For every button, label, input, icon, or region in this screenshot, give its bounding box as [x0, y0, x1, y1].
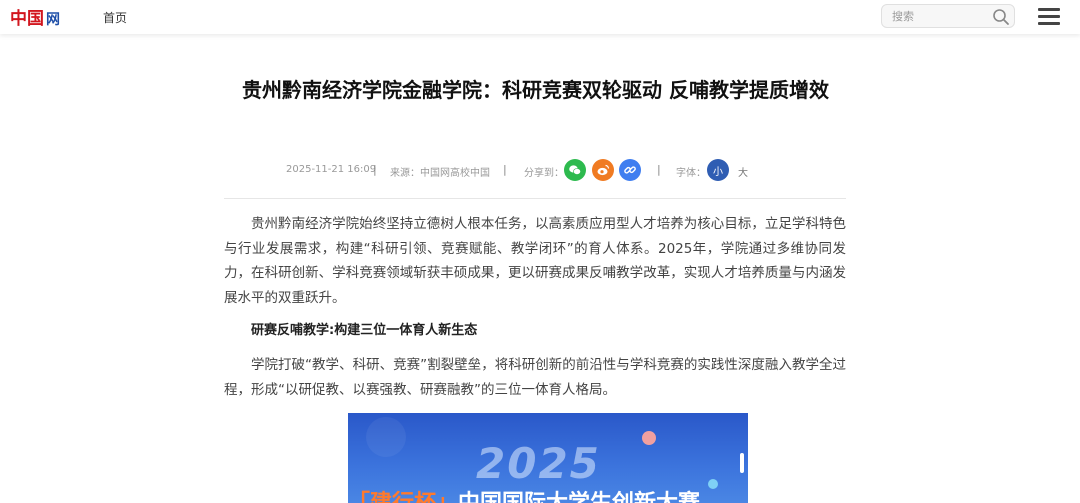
share-label: 分享到：: [524, 168, 564, 179]
image-banner-tag: 「建行杯」: [348, 491, 458, 503]
section-heading: 研赛反哺教学:构建三位一体育人新生态: [251, 323, 478, 338]
search-input[interactable]: [892, 8, 987, 24]
wechat-icon: [569, 165, 581, 175]
image-banner-title: 中国国际大学生创新大赛: [458, 491, 700, 503]
article-image: 2025 「建行杯」中国国际大学生创新大赛: [348, 413, 748, 503]
decorative-circle: [366, 417, 406, 457]
hamburger-menu-icon[interactable]: [1038, 8, 1060, 25]
font-size-large-button[interactable]: 大: [738, 164, 748, 179]
meta-separator: |: [373, 163, 377, 176]
font-size-label: 字体：: [676, 168, 706, 179]
meta-divider: [224, 198, 846, 199]
nav-home-link[interactable]: 首页: [103, 9, 127, 26]
copy-link-button[interactable]: [619, 159, 641, 181]
article-paragraph: 学院打破“教学、科研、竞赛”割裂壁垒，将科研创新的前沿性与学科竞赛的实践性深度融…: [224, 357, 846, 398]
meta-separator: |: [657, 163, 661, 176]
image-banner-text: 「建行杯」中国国际大学生创新大赛: [348, 485, 748, 503]
image-year-text: 2025: [476, 439, 601, 488]
top-navigation-bar: 中国 网 首页: [0, 0, 1080, 34]
decorative-circle: [642, 431, 656, 445]
publish-date: 2025-11-21 16:09: [286, 164, 377, 175]
link-icon: [624, 166, 636, 174]
weibo-share-button[interactable]: [592, 159, 614, 181]
china-net-logo-icon: 中国 网: [10, 8, 60, 29]
svg-text:网: 网: [46, 12, 60, 28]
weibo-icon: [597, 164, 610, 176]
font-size-small-button[interactable]: 小: [707, 159, 729, 181]
search-icon[interactable]: [992, 8, 1010, 26]
decorative-mark: [740, 453, 744, 473]
wechat-share-button[interactable]: [564, 159, 586, 181]
article-paragraph: 贵州黔南经济学院始终坚持立德树人根本任务，以高素质应用型人才培养为核心目标，立足…: [224, 216, 846, 306]
article-title: 贵州黔南经济学院金融学院：科研竞赛双轮驱动 反哺教学提质增效: [242, 78, 829, 102]
meta-separator: |: [503, 163, 507, 176]
search-box[interactable]: [881, 4, 1015, 28]
site-logo[interactable]: 中国 网: [10, 5, 70, 29]
article-source: 来源：中国网高校中国: [390, 168, 490, 179]
svg-text:中国: 中国: [10, 8, 44, 29]
